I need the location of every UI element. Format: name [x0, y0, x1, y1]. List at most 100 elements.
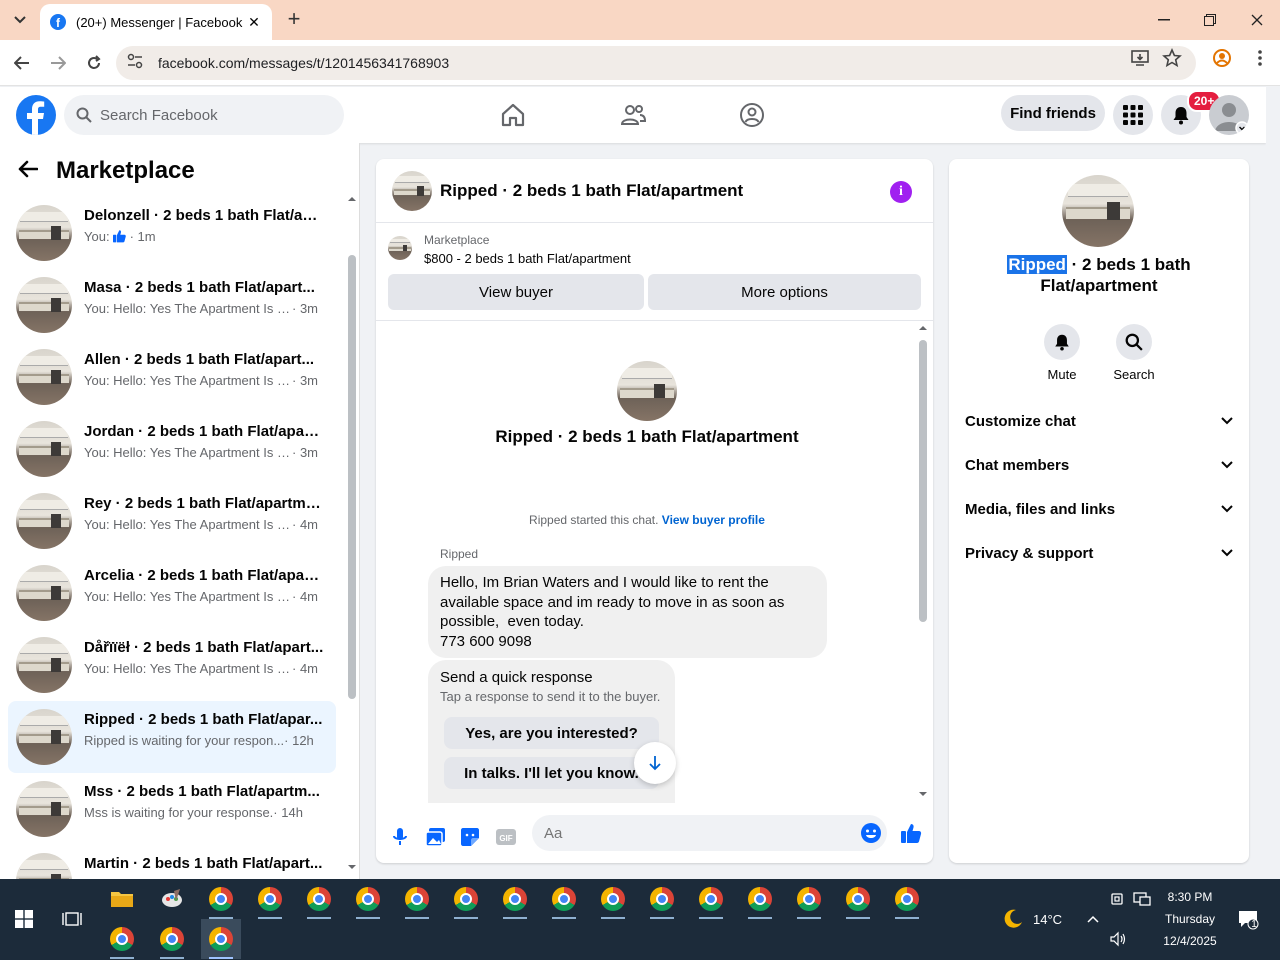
sticker-icon[interactable] [458, 825, 482, 849]
incoming-message-bubble[interactable]: Hello, Im Brian Waters and I would like … [428, 566, 827, 658]
chat-members-row[interactable]: Chat members [949, 445, 1249, 485]
site-settings-icon[interactable] [126, 53, 150, 74]
scroll-to-bottom-button[interactable] [634, 742, 676, 784]
listing-price[interactable]: $800 - 2 beds 1 bath Flat/apartment [424, 251, 631, 266]
conversation-item[interactable]: Arcelia · 2 beds 1 bath Flat/apart... You… [8, 557, 336, 629]
chrome-taskbar-icon[interactable] [789, 879, 829, 919]
customize-chat-row[interactable]: Customize chat [949, 401, 1249, 441]
bookmark-star-icon[interactable] [1162, 47, 1182, 68]
friends-icon[interactable] [619, 101, 647, 129]
quick-reply-button[interactable]: Yes, are you interested? [444, 717, 659, 749]
reload-icon[interactable] [81, 50, 107, 76]
conversation-item[interactable]: Mss · 2 beds 1 bath Flat/apartm... Mss is… [8, 773, 336, 845]
profile-icon[interactable] [1212, 48, 1232, 68]
volume-icon[interactable] [1098, 919, 1138, 959]
message-composer: GIF [376, 811, 933, 863]
media-files-links-row[interactable]: Media, files and links [949, 489, 1249, 529]
conversation-item[interactable]: Allen · 2 beds 1 bath Flat/apart... You: … [8, 341, 336, 413]
back-arrow-icon[interactable] [9, 50, 35, 76]
paint-app-icon[interactable] [152, 879, 192, 919]
info-icon[interactable]: i [890, 181, 912, 203]
notification-center-icon[interactable]: 1 [1228, 899, 1268, 939]
listing-avatar[interactable] [392, 171, 432, 211]
groups-icon[interactable] [738, 101, 766, 129]
like-thumb-icon[interactable] [899, 821, 923, 845]
microphone-icon[interactable] [388, 825, 412, 849]
facebook-search-bar[interactable] [64, 95, 344, 135]
chrome-taskbar-icon[interactable] [495, 879, 535, 919]
conversation-item[interactable]: Ripped · 2 beds 1 bath Flat/apar... Rippe… [8, 701, 336, 773]
view-buyer-profile-link[interactable]: View buyer profile [662, 513, 765, 527]
conversation-item[interactable]: Delonzell · 2 beds 1 bath Flat/ap... You:… [8, 197, 336, 269]
chrome-taskbar-icon[interactable] [102, 919, 142, 959]
new-tab-plus-icon[interactable]: + [282, 8, 306, 32]
search-input[interactable] [100, 106, 320, 124]
task-view-icon[interactable] [52, 899, 92, 939]
clock-date[interactable]: 12/4/2025 [1150, 934, 1230, 948]
address-bar[interactable]: facebook.com/messages/t/1201456341768903 [116, 46, 1196, 80]
chevron-down-icon [1221, 417, 1233, 425]
conversation-list-scrollbar[interactable] [346, 195, 356, 869]
photo-icon[interactable] [424, 825, 448, 849]
chrome-taskbar-icon-active[interactable] [201, 919, 241, 959]
weather-temperature[interactable]: 14°C [1033, 912, 1062, 927]
thread-scrollbar[interactable] [917, 324, 929, 800]
mute-action[interactable]: Mute [1032, 324, 1092, 382]
menu-grid-icon[interactable] [1113, 95, 1153, 135]
conversation-avatar [16, 277, 72, 333]
search-action[interactable]: Search [1104, 324, 1164, 382]
clock-day[interactable]: Thursday [1150, 912, 1230, 926]
chrome-taskbar-icon[interactable] [642, 879, 682, 919]
conversation-item[interactable]: Dåřïïëł · 2 beds 1 bath Flat/apart... You… [8, 629, 336, 701]
chrome-taskbar-icon[interactable] [838, 879, 878, 919]
quick-reply-button[interactable]: In talks. I'll let you know. [444, 757, 659, 789]
restore-icon[interactable] [1187, 0, 1233, 40]
chrome-taskbar-icon[interactable] [691, 879, 731, 919]
chrome-taskbar-icon[interactable] [593, 879, 633, 919]
gif-icon[interactable]: GIF [494, 825, 518, 849]
chrome-taskbar-icon[interactable] [740, 879, 780, 919]
page-scrollbar[interactable] [1266, 87, 1280, 879]
message-input[interactable] [544, 824, 844, 842]
conversation-item[interactable]: Jordan · 2 beds 1 bath Flat/apart... You:… [8, 413, 336, 485]
minimize-icon[interactable] [1141, 0, 1187, 40]
chrome-taskbar-icon[interactable] [397, 879, 437, 919]
message-input-box[interactable] [532, 815, 887, 851]
conversation-item[interactable]: Rey · 2 beds 1 bath Flat/apartment You: H… [8, 485, 336, 557]
chrome-taskbar-icon[interactable] [887, 879, 927, 919]
back-arrow-icon[interactable] [18, 160, 39, 183]
tab-close-icon[interactable]: ✕ [246, 14, 262, 31]
account-avatar[interactable] [1209, 95, 1249, 135]
listing-thumbnail[interactable] [388, 236, 412, 260]
home-icon[interactable] [499, 101, 527, 129]
weather-moon-icon[interactable] [993, 899, 1033, 939]
conversation-time: · 3m [292, 373, 318, 388]
file-explorer-icon[interactable] [102, 879, 142, 919]
chrome-taskbar-icon[interactable] [446, 879, 486, 919]
find-friends-button[interactable]: Find friends [1001, 95, 1105, 131]
emoji-icon[interactable] [859, 821, 883, 845]
forward-arrow-icon[interactable] [45, 50, 71, 76]
privacy-support-row[interactable]: Privacy & support [949, 533, 1249, 573]
more-options-button[interactable]: More options [648, 274, 921, 310]
chrome-taskbar-icon[interactable] [152, 919, 192, 959]
install-app-icon[interactable] [1130, 48, 1150, 68]
details-avatar[interactable] [1062, 175, 1134, 247]
windows-start-icon[interactable] [4, 899, 44, 939]
close-window-icon[interactable] [1234, 0, 1280, 40]
clock-time[interactable]: 8:30 PM [1150, 890, 1230, 904]
chrome-taskbar-icon[interactable] [348, 879, 388, 919]
tab-search-chevron-icon[interactable] [6, 6, 34, 34]
chrome-taskbar-icon[interactable] [299, 879, 339, 919]
chrome-taskbar-icon[interactable] [544, 879, 584, 919]
browser-menu-icon[interactable] [1250, 48, 1270, 68]
browser-tab-messenger[interactable]: f (20+) Messenger | Facebook ✕ [40, 4, 272, 40]
chat-started-notice: Ripped started this chat. View buyer pro… [376, 513, 918, 527]
view-buyer-button[interactable]: View buyer [388, 274, 644, 310]
chrome-taskbar-icon[interactable] [201, 879, 241, 919]
facebook-logo-icon[interactable] [16, 95, 56, 135]
conversation-item[interactable]: Masa · 2 beds 1 bath Flat/apart... You: H… [8, 269, 336, 341]
chat-title[interactable]: Ripped · 2 beds 1 bath Flat/apartment [440, 181, 743, 201]
chrome-taskbar-icon[interactable] [250, 879, 290, 919]
chevron-down-icon [1221, 505, 1233, 513]
